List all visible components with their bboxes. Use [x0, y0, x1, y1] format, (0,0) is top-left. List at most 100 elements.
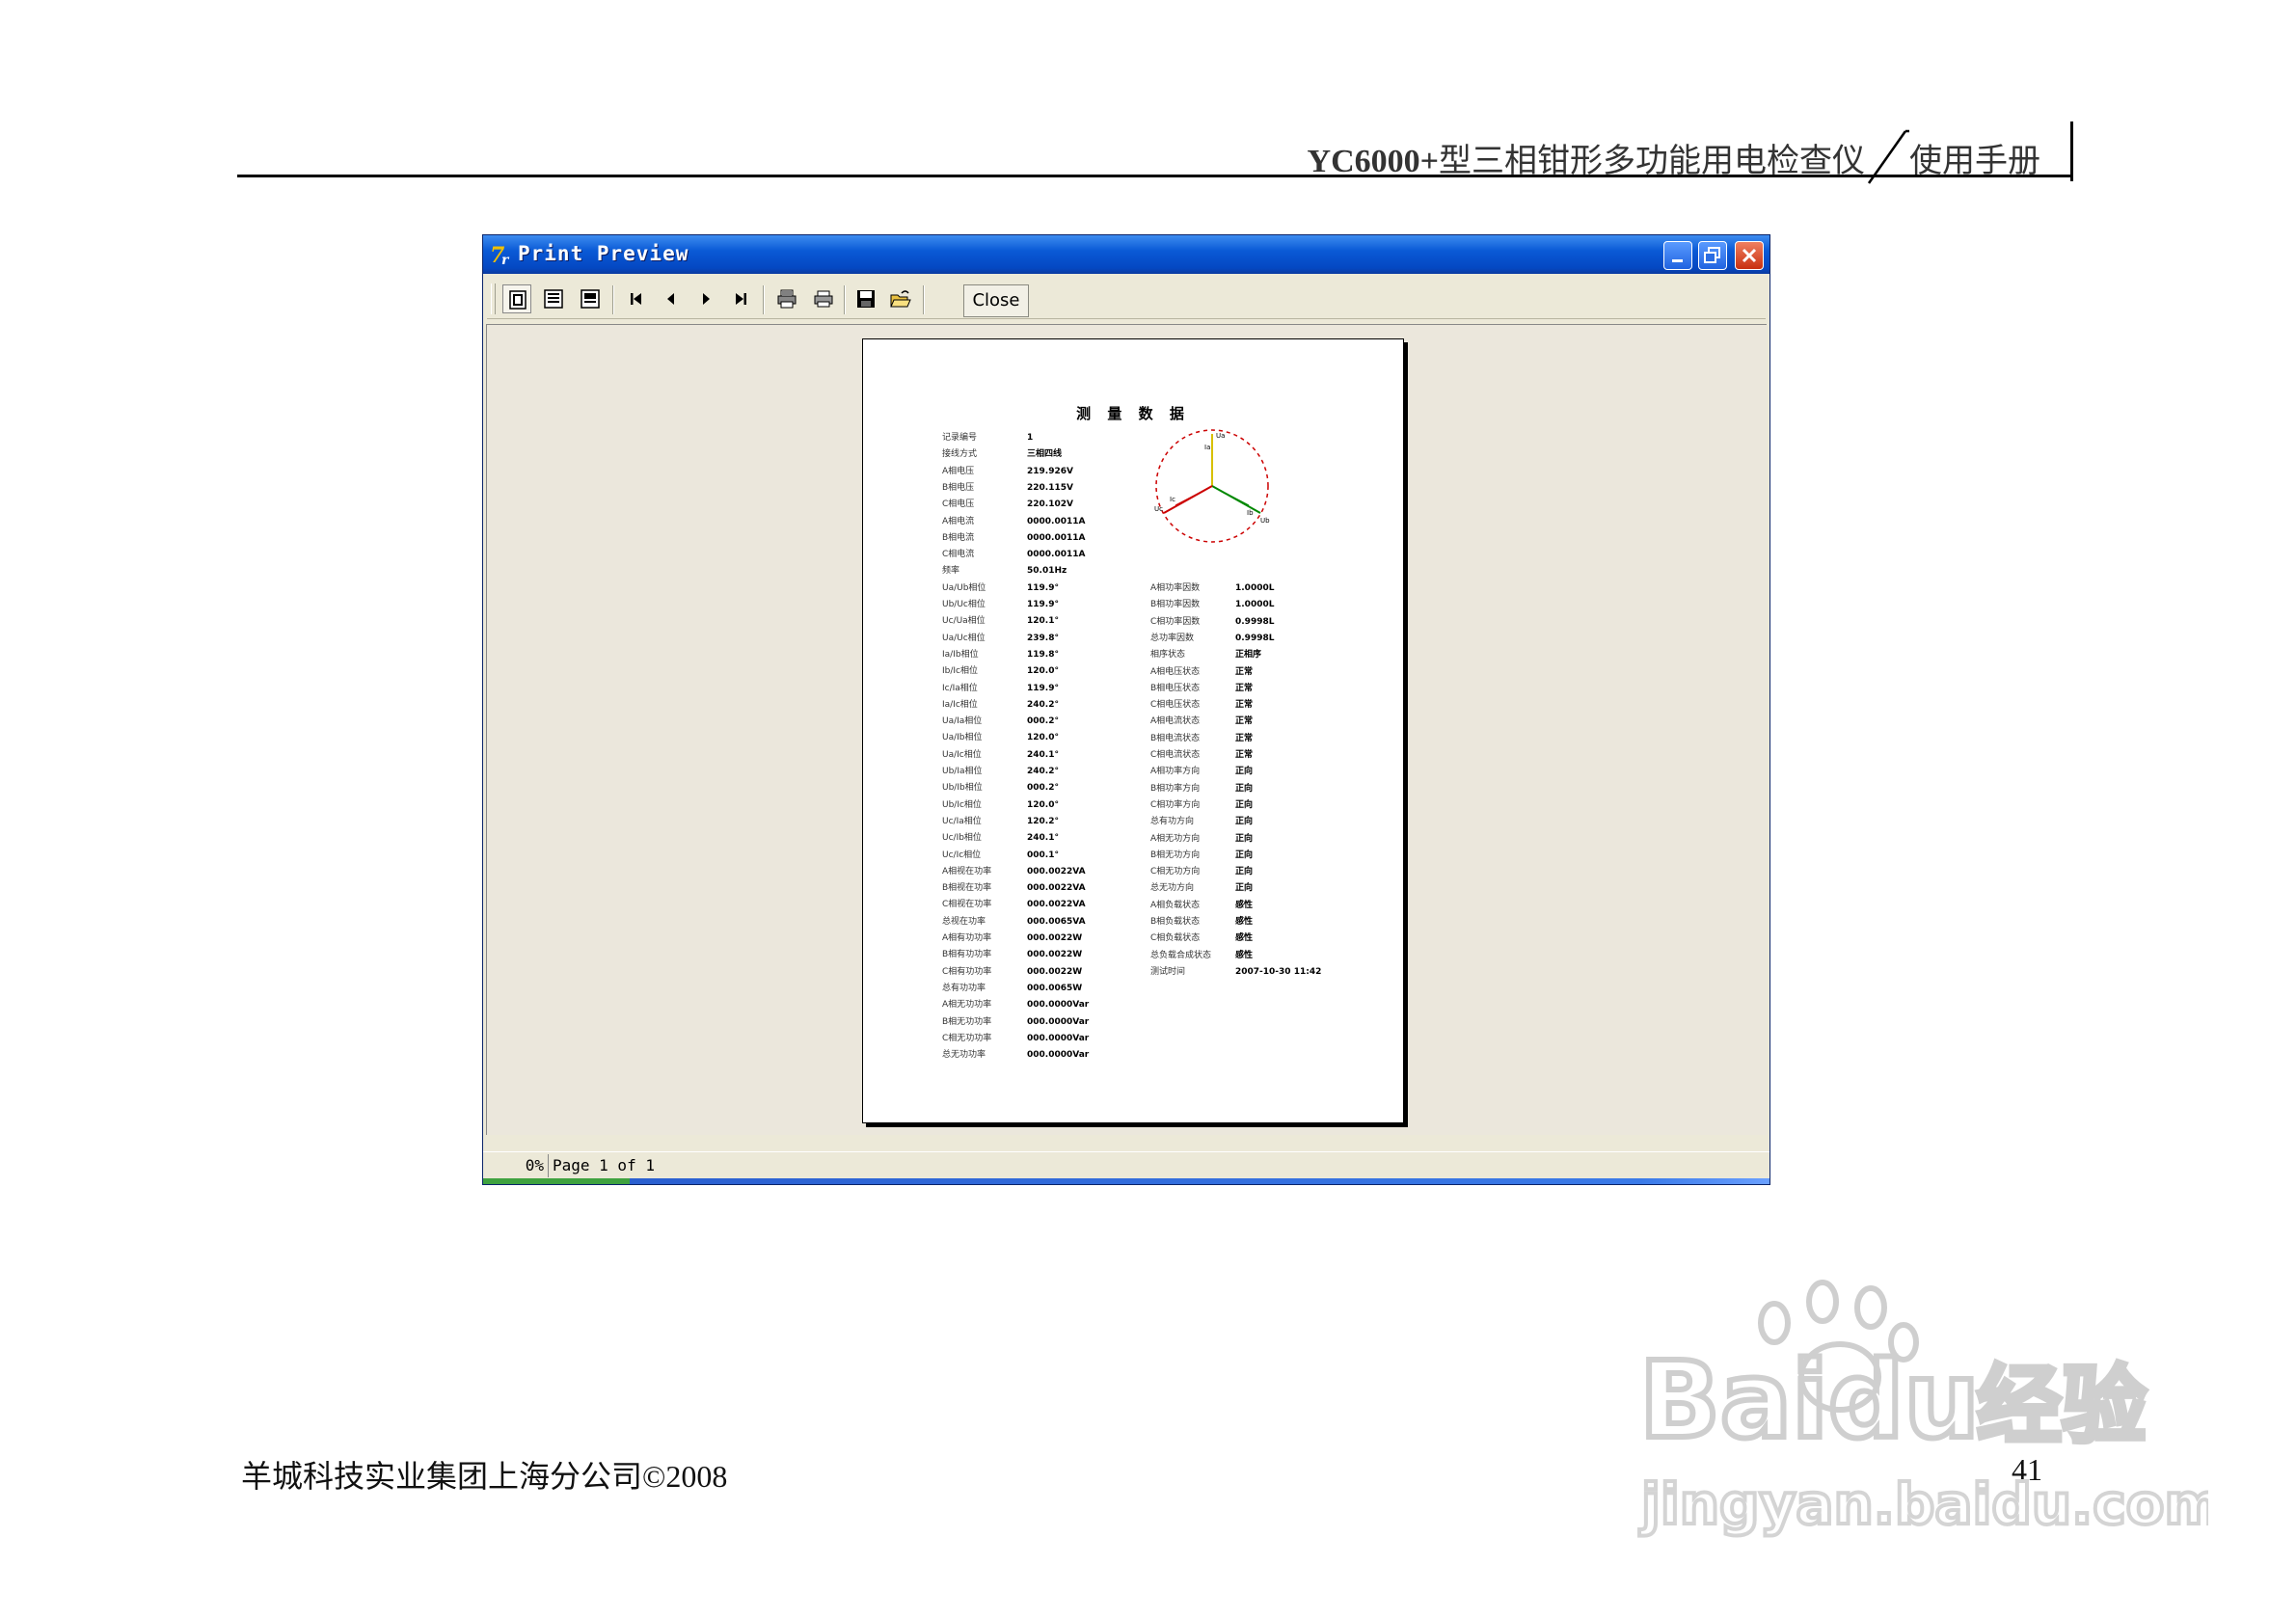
report-row-value: 119.9°	[1027, 683, 1059, 693]
report-row-value: 000.0000Var	[1027, 1033, 1090, 1043]
report-row: 总无功方向 正向	[1150, 880, 1253, 893]
svg-text:r: r	[501, 253, 510, 268]
header-corner-rule	[2070, 121, 2073, 181]
report-row-value: 000.0065W	[1027, 983, 1083, 993]
toolbar-separator	[923, 285, 925, 314]
phasor-label: Ib	[1247, 509, 1254, 517]
last-page-icon	[736, 293, 746, 305]
report-row-label: C相电流状态	[1150, 750, 1201, 760]
report-row-value: 120.1°	[1027, 616, 1059, 627]
actual-size-icon	[581, 289, 600, 309]
close-button[interactable]: Close	[963, 284, 1029, 317]
report-row-label: 总有功功率	[942, 983, 986, 993]
report-row-label: C相视在功率	[942, 900, 992, 910]
page-width-button[interactable]	[539, 284, 568, 313]
report-row-value: 0000.0011A	[1027, 550, 1086, 560]
actual-size-button[interactable]	[576, 284, 605, 313]
first-page-button[interactable]	[622, 284, 651, 313]
report-row: 总有功方向 正向	[1150, 814, 1253, 826]
report-row-value: 感性	[1235, 950, 1254, 960]
report-row-label: B相功率方向	[1150, 783, 1201, 794]
phasor-diagram: Ua Ia Ub Ib Uc Ic	[1154, 429, 1270, 543]
report-row-value: 正向	[1235, 867, 1254, 877]
report-row-label: Ua/Ic相位	[942, 749, 982, 760]
report-row-label: C相有功功率	[942, 966, 992, 977]
save-button[interactable]	[851, 284, 880, 313]
report-row: B相电流 0000.0011A	[942, 530, 1085, 543]
report-row-label: 总功率因数	[1150, 633, 1195, 643]
toolbar-separator	[763, 285, 765, 314]
ib-vector	[1211, 485, 1250, 506]
report-row-value: 正向	[1235, 833, 1254, 844]
report-row-value: 正常	[1235, 750, 1254, 760]
report-row-label: B相电流	[942, 532, 975, 543]
report-row: 频率 50.01Hz	[942, 563, 1067, 576]
page-width-icon	[544, 289, 563, 309]
report-row-value: 0000.0011A	[1027, 516, 1086, 526]
report-row-value: 120.0°	[1027, 666, 1059, 677]
restore-button[interactable]	[1698, 241, 1727, 270]
watermark-url: jingyan.baidu.com	[1639, 1471, 2208, 1537]
report-row: C相视在功率 000.0022VA	[942, 897, 1086, 909]
report-row-value: 120.0°	[1027, 733, 1059, 743]
phasor-label: Ia	[1204, 444, 1210, 451]
restore-icon	[1704, 247, 1720, 263]
open-button[interactable]	[886, 284, 915, 313]
window-close-button[interactable]	[1735, 241, 1764, 270]
report-row-label: 总无功方向	[1150, 883, 1195, 894]
report-row: C相功率因数 0.9998L	[1150, 614, 1274, 627]
watermark-brand-cn: 经验	[1977, 1356, 2147, 1455]
phasor-label: Ua	[1216, 432, 1225, 440]
preview-area[interactable]: 测 量 数 据 Ua Ia Ub Ib Uc Ic 记录编号 1 接线方式 三相四线 A…	[486, 324, 1767, 1135]
report-row-value: 感性	[1235, 900, 1254, 910]
report-row-label: A相功率方向	[1150, 767, 1201, 777]
report-row-value: 正向	[1235, 883, 1254, 894]
report-row-value: 000.0000Var	[1027, 1050, 1090, 1061]
report-row: A相无功方向 正向	[1150, 831, 1253, 844]
report-row-value: 1	[1027, 433, 1034, 443]
report-row-value: 2007-10-30 11:42	[1235, 966, 1322, 977]
preview-page: 测 量 数 据 Ua Ia Ub Ib Uc Ic 记录编号 1 接线方式 三相四线 A…	[862, 338, 1404, 1123]
whole-page-button[interactable]	[502, 284, 531, 313]
next-page-icon	[703, 293, 710, 305]
report-row: A相电压 219.926V	[942, 464, 1073, 476]
report-row-label: C相功率因数	[1150, 616, 1201, 627]
report-row-value: 000.0022VA	[1027, 883, 1086, 894]
report-row-label: A相电流状态	[1150, 716, 1201, 727]
report-row: 总无功功率 000.0000Var	[942, 1047, 1089, 1060]
report-row: Ub/Uc相位 119.9°	[942, 597, 1059, 609]
report-row: Ua/Uc相位 239.8°	[942, 631, 1059, 643]
print-button[interactable]	[809, 284, 838, 313]
report-row: C相功率方向 正向	[1150, 797, 1253, 810]
report-row-value: 1.0000L	[1235, 583, 1275, 593]
report-row-label: B相无功功率	[942, 1016, 992, 1027]
first-page-icon	[631, 293, 641, 305]
window-title: Print Preview	[518, 242, 689, 265]
report-row: A相功率方向 正向	[1150, 764, 1253, 776]
next-page-button[interactable]	[691, 284, 720, 313]
report-row: 测试时间 2007-10-30 11:42	[1150, 964, 1321, 977]
report-row: B相有功功率 000.0022W	[942, 947, 1082, 959]
report-row-label: Ia/Ic相位	[942, 699, 978, 710]
report-row: C相电压 220.102V	[942, 497, 1073, 509]
report-row: C相无功功率 000.0000Var	[942, 1031, 1089, 1043]
report-row-label: A相无功功率	[942, 1000, 992, 1011]
report-row: 总有功功率 000.0065W	[942, 981, 1082, 993]
last-page-button[interactable]	[726, 284, 755, 313]
report-row-value: 119.8°	[1027, 649, 1059, 660]
report-row: B相功率因数 1.0000L	[1150, 597, 1274, 609]
report-row: C相电压状态 正常	[1150, 697, 1253, 710]
print-setup-button[interactable]	[772, 284, 801, 313]
report-row-value: 219.926V	[1027, 466, 1073, 476]
status-bar: 0% Page 1 of 1	[483, 1151, 1769, 1179]
report-row-value: 000.0022W	[1027, 950, 1083, 960]
report-row-value: 正常	[1235, 716, 1254, 727]
minimize-button[interactable]	[1663, 241, 1692, 270]
report-row-label: 相序状态	[1150, 650, 1186, 661]
title-bar[interactable]: 7 r Print Preview	[483, 235, 1769, 274]
toolbar-grip[interactable]	[491, 283, 496, 314]
previous-page-button[interactable]	[657, 284, 686, 313]
report-row-label: Uc/Ib相位	[942, 833, 982, 844]
report-row: 接线方式 三相四线	[942, 446, 1062, 459]
report-row-label: B相有功功率	[942, 950, 992, 960]
